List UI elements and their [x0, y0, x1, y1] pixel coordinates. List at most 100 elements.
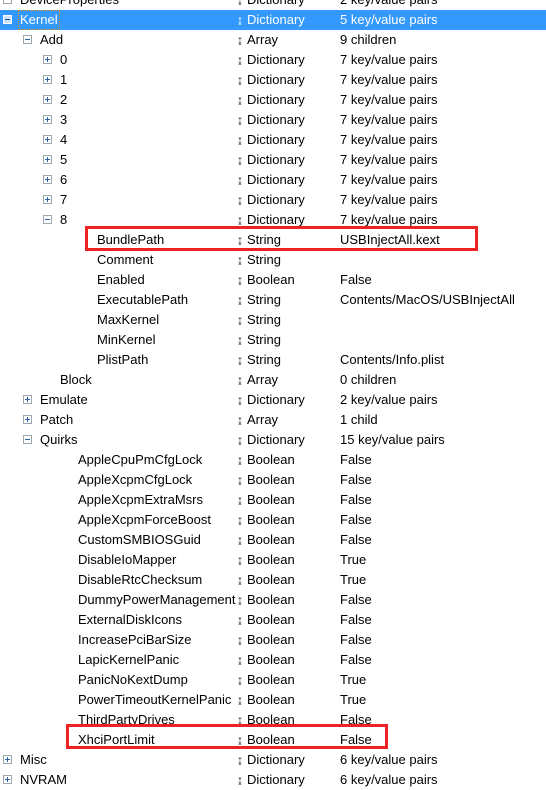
- type-spinner-icon[interactable]: ↨: [235, 630, 245, 650]
- tree-row-value[interactable]: False: [340, 510, 372, 530]
- tree-row-value[interactable]: True: [340, 690, 366, 710]
- type-spinner-icon[interactable]: ↨: [235, 30, 245, 50]
- tree-row-type[interactable]: ↨Dictionary: [237, 70, 305, 90]
- type-spinner-icon[interactable]: ↨: [235, 0, 245, 10]
- tree-row-value[interactable]: False: [340, 270, 372, 290]
- tree-row-name[interactable]: 8: [58, 210, 69, 230]
- tree-row[interactable]: 7 ↨ Dictionary 7 key/value pairs: [0, 190, 546, 210]
- tree-row-type[interactable]: ↨ Boolean: [237, 490, 295, 510]
- tree-row[interactable]: 5 ↨ Dictionary 7 key/value pairs: [0, 150, 546, 170]
- tree-row[interactable]: LapicKernelPanic ↨ Boolean False: [0, 650, 546, 670]
- tree-row-value[interactable]: 7 key/value pairs: [340, 70, 438, 90]
- tree-row-name[interactable]: DummyPowerManagement: [76, 590, 238, 610]
- tree-row-name[interactable]: IncreasePciBarSize: [76, 630, 193, 650]
- tree-row-value[interactable]: USBInjectAll.kext: [340, 230, 440, 250]
- type-spinner-icon[interactable]: ↨: [235, 370, 245, 390]
- tree-row-value[interactable]: False: [340, 490, 372, 510]
- expander-plus-icon[interactable]: [43, 55, 52, 64]
- tree-row-name[interactable]: Patch: [38, 410, 75, 430]
- type-spinner-icon[interactable]: ↨: [235, 690, 245, 710]
- tree-row-name[interactable]: ExternalDiskIcons: [76, 610, 184, 630]
- tree-row-value[interactable]: 9 children: [340, 30, 396, 50]
- type-spinner-icon[interactable]: ↨: [235, 730, 245, 750]
- tree-row-type[interactable]: ↨Dictionary: [237, 750, 305, 770]
- tree-row[interactable]: 3 ↨ Dictionary 7 key/value pairs: [0, 110, 546, 130]
- tree-row-value[interactable]: True: [340, 570, 366, 590]
- expander-plus-icon[interactable]: [43, 155, 52, 164]
- tree-row-value[interactable]: 0 children: [340, 370, 396, 390]
- tree-row[interactable]: AppleCpuPmCfgLock ↨ Boolean False: [0, 450, 546, 470]
- tree-row-type[interactable]: ↨Dictionary: [237, 770, 305, 790]
- type-spinner-icon[interactable]: ↨: [235, 130, 245, 150]
- tree-row-type[interactable]: ↨ Boolean: [237, 710, 295, 730]
- tree-row-name[interactable]: 3: [58, 110, 69, 130]
- tree-row-name[interactable]: Comment: [95, 250, 155, 270]
- tree-row[interactable]: MinKernel ↨ String: [0, 330, 546, 350]
- tree-row-name[interactable]: 4: [58, 130, 69, 150]
- type-spinner-icon[interactable]: ↨: [235, 610, 245, 630]
- tree-row-type[interactable]: ↨Dictionary: [237, 10, 305, 30]
- expander-minus-icon[interactable]: [43, 215, 52, 224]
- tree-row-value[interactable]: 6 key/value pairs: [340, 750, 438, 770]
- tree-row-name[interactable]: NVRAM: [18, 770, 69, 790]
- tree-row-name[interactable]: LapicKernelPanic: [76, 650, 181, 670]
- tree-row-name[interactable]: Emulate: [38, 390, 90, 410]
- tree-row-value[interactable]: 7 key/value pairs: [340, 170, 438, 190]
- tree-row[interactable]: XhciPortLimit ↨ Boolean False: [0, 730, 546, 750]
- tree-row[interactable]: Kernel ↨ Dictionary 5 key/value pairs: [0, 10, 546, 30]
- plist-tree-view[interactable]: DeviceProperties↨Dictionary2 key/value p…: [0, 0, 546, 787]
- tree-row-name[interactable]: AppleXcpmForceBoost: [76, 510, 213, 530]
- tree-row-name[interactable]: AppleXcpmCfgLock: [76, 470, 194, 490]
- type-spinner-icon[interactable]: ↨: [235, 50, 245, 70]
- tree-row-value[interactable]: 7 key/value pairs: [340, 50, 438, 70]
- type-spinner-icon[interactable]: ↨: [235, 530, 245, 550]
- tree-row-type[interactable]: ↨ Boolean: [237, 530, 295, 550]
- tree-row-value[interactable]: 5 key/value pairs: [340, 10, 438, 30]
- tree-row[interactable]: DeviceProperties ↨Dictionary 2 key/value p…: [0, 0, 546, 10]
- expander-minus-icon[interactable]: [23, 35, 32, 44]
- type-spinner-icon[interactable]: ↨: [235, 230, 245, 250]
- type-spinner-icon[interactable]: ↨: [235, 210, 245, 230]
- tree-row-name[interactable]: MinKernel: [95, 330, 158, 350]
- type-spinner-icon[interactable]: ↨: [235, 10, 245, 30]
- tree-row[interactable]: NVRAM ↨ Dictionary 6 key/value pairs: [0, 770, 546, 790]
- tree-row-value[interactable]: False: [340, 470, 372, 490]
- tree-row-type[interactable]: ↨Dictionary: [237, 50, 305, 70]
- expander-plus-icon[interactable]: [23, 395, 32, 404]
- tree-row-name[interactable]: AppleXcpmExtraMsrs: [76, 490, 205, 510]
- tree-row[interactable]: Add ↨ Array 9 children: [0, 30, 546, 50]
- tree-row[interactable]: BundlePath ↨ String USBInjectAll.kext: [0, 230, 546, 250]
- type-spinner-icon[interactable]: ↨: [235, 570, 245, 590]
- tree-row-type[interactable]: ↨ Boolean: [237, 470, 295, 490]
- tree-row-type[interactable]: ↨ Boolean: [237, 630, 295, 650]
- tree-row[interactable]: IncreasePciBarSize ↨ Boolean False: [0, 630, 546, 650]
- tree-row-type[interactable]: ↨ Boolean: [237, 610, 295, 630]
- tree-row-value[interactable]: False: [340, 450, 372, 470]
- tree-row-type[interactable]: ↨ String: [237, 230, 281, 250]
- tree-row[interactable]: 2 ↨ Dictionary 7 key/value pairs: [0, 90, 546, 110]
- expander-plus-icon[interactable]: [43, 115, 52, 124]
- tree-row-type[interactable]: ↨Dictionary: [237, 390, 305, 410]
- tree-row[interactable]: PowerTimeoutKernelPanic ↨ Boolean True: [0, 690, 546, 710]
- tree-row[interactable]: 8 ↨ Dictionary 7 key/value pairs: [0, 210, 546, 230]
- type-spinner-icon[interactable]: ↨: [235, 670, 245, 690]
- tree-row-value[interactable]: Contents/Info.plist: [340, 350, 444, 370]
- type-spinner-icon[interactable]: ↨: [235, 350, 245, 370]
- tree-row-type[interactable]: ↨ String: [237, 350, 281, 370]
- expander-plus-icon[interactable]: [43, 75, 52, 84]
- tree-row-name[interactable]: ThirdPartyDrives: [76, 710, 177, 730]
- tree-row[interactable]: Block ↨ Array 0 children: [0, 370, 546, 390]
- tree-row-value[interactable]: Contents/MacOS/USBInjectAll: [340, 290, 515, 310]
- type-spinner-icon[interactable]: ↨: [235, 390, 245, 410]
- tree-row[interactable]: ExecutablePath ↨ String Contents/MacOS/USBI…: [0, 290, 546, 310]
- tree-row-type[interactable]: ↨ Boolean: [237, 510, 295, 530]
- tree-row-value[interactable]: 7 key/value pairs: [340, 130, 438, 150]
- tree-row-type[interactable]: ↨ Boolean: [237, 590, 295, 610]
- tree-row-type[interactable]: ↨ Boolean: [237, 650, 295, 670]
- tree-row-type[interactable]: ↨ Boolean: [237, 270, 295, 290]
- tree-row-type[interactable]: ↨Dictionary: [237, 150, 305, 170]
- type-spinner-icon[interactable]: ↨: [235, 510, 245, 530]
- tree-row-value[interactable]: False: [340, 630, 372, 650]
- tree-row-type[interactable]: ↨ Boolean: [237, 690, 295, 710]
- tree-row[interactable]: 1 ↨ Dictionary 7 key/value pairs: [0, 70, 546, 90]
